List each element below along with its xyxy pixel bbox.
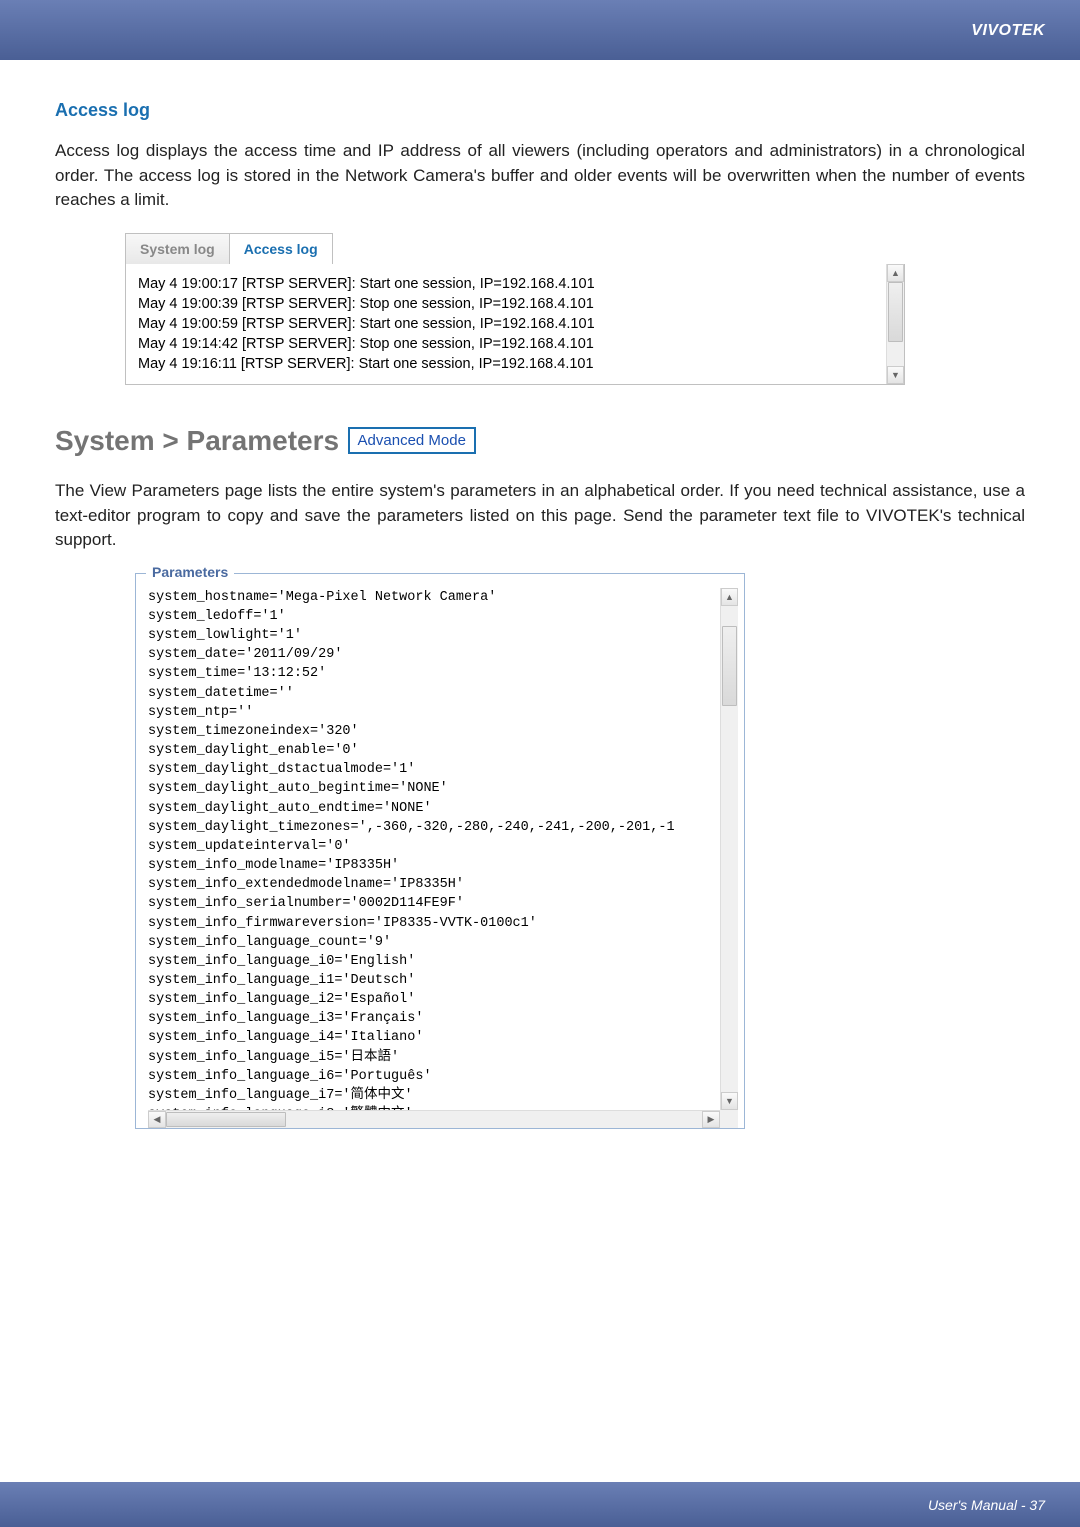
tab-access-log[interactable]: Access log	[229, 233, 333, 264]
footer-page-number: User's Manual - 37	[928, 1497, 1045, 1513]
scroll-up-icon[interactable]: ▲	[721, 588, 738, 606]
brand-logo: VIVOTEK	[971, 22, 1045, 40]
scroll-down-icon[interactable]: ▼	[887, 366, 904, 384]
scroll-track[interactable]	[887, 282, 904, 366]
scroll-up-icon[interactable]: ▲	[887, 264, 904, 282]
scroll-track[interactable]	[166, 1111, 702, 1128]
access-log-description: Access log displays the access time and …	[55, 139, 1025, 213]
system-parameters-heading: System > Parameters	[55, 425, 339, 457]
footer-band: User's Manual - 37	[0, 1482, 1080, 1527]
tab-system-log[interactable]: System log	[125, 233, 230, 264]
scroll-left-icon[interactable]: ◀	[148, 1111, 166, 1128]
parameters-legend: Parameters	[146, 564, 234, 580]
log-line: May 4 19:16:11 [RTSP SERVER]: Start one …	[138, 354, 892, 374]
parameters-description: The View Parameters page lists the entir…	[55, 479, 1025, 553]
parameters-fieldset: Parameters system_hostname='Mega-Pixel N…	[135, 573, 745, 1129]
scroll-corner	[720, 1110, 738, 1128]
access-log-title: Access log	[55, 100, 1025, 121]
log-line: May 4 19:00:17 [RTSP SERVER]: Start one …	[138, 274, 892, 294]
header-band: VIVOTEK	[0, 0, 1080, 60]
access-log-panel: System log Access log May 4 19:00:17 [RT…	[125, 233, 905, 385]
scroll-track[interactable]	[721, 606, 738, 1092]
advanced-mode-badge: Advanced Mode	[348, 427, 476, 454]
scroll-right-icon[interactable]: ▶	[702, 1111, 720, 1128]
parameters-textarea[interactable]: system_hostname='Mega-Pixel Network Came…	[148, 588, 738, 1128]
log-vertical-scrollbar[interactable]: ▲ ▼	[886, 264, 904, 384]
log-body: May 4 19:00:17 [RTSP SERVER]: Start one …	[125, 264, 905, 385]
scroll-down-icon[interactable]: ▼	[721, 1092, 738, 1110]
log-line: May 4 19:00:59 [RTSP SERVER]: Start one …	[138, 314, 892, 334]
scroll-thumb[interactable]	[722, 626, 737, 706]
params-vertical-scrollbar[interactable]: ▲ ▼	[720, 588, 738, 1110]
scroll-thumb[interactable]	[888, 282, 903, 342]
params-horizontal-scrollbar[interactable]: ◀ ▶	[148, 1110, 720, 1128]
content-area: Access log Access log displays the acces…	[0, 60, 1080, 1129]
log-line: May 4 19:00:39 [RTSP SERVER]: Stop one s…	[138, 294, 892, 314]
log-line: May 4 19:14:42 [RTSP SERVER]: Stop one s…	[138, 334, 892, 354]
log-tabs: System log Access log	[125, 233, 905, 264]
scroll-thumb[interactable]	[166, 1112, 286, 1127]
